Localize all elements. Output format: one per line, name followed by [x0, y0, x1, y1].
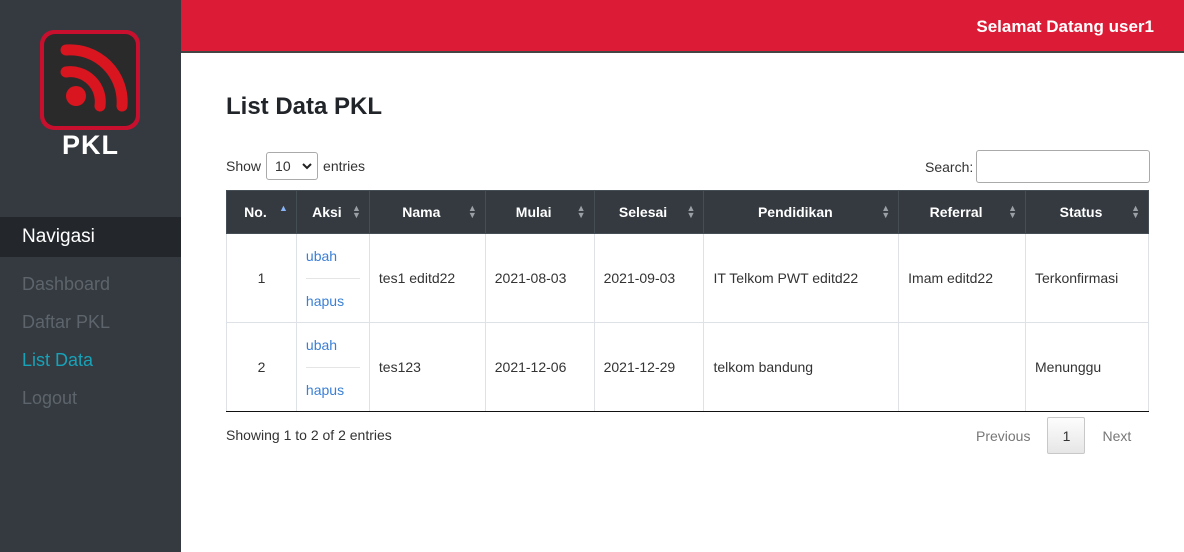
delete-link[interactable]: hapus [306, 382, 360, 398]
edit-link[interactable]: ubah [306, 248, 360, 264]
table-row: 1 ubah hapus tes1 editd22 2021-08-03 202… [226, 233, 1149, 323]
entries-select-value: 10 [275, 158, 291, 174]
entries-label: entries [323, 158, 366, 174]
cell-mulai: 2021-08-03 [484, 233, 595, 323]
divider [305, 277, 360, 279]
sort-asc-icon: ▲ [279, 203, 288, 213]
divider [305, 366, 360, 368]
cell-selesai: 2021-09-03 [593, 233, 705, 323]
search-label: Search: [925, 158, 974, 175]
page-1-button[interactable]: 1 [1047, 417, 1086, 454]
nav-item-daftar-pkl[interactable]: Daftar PKL [22, 308, 110, 346]
column-header-label: Nama [402, 204, 441, 220]
cell-no: 1 [226, 233, 297, 323]
table-info: Showing 1 to 2 of 2 entries [226, 427, 392, 443]
top-bar: Selamat Datang user1 [181, 0, 1184, 53]
cell-status: Terkonfirmasi [1025, 233, 1149, 323]
column-header-label: Aksi [312, 204, 342, 220]
page-title: List Data PKL [226, 93, 383, 120]
column-header-mulai[interactable]: Mulai ▲ ▼ [484, 190, 595, 234]
delete-link[interactable]: hapus [306, 293, 360, 309]
nav-list: Dashboard Daftar PKL List Data Logout [22, 270, 110, 422]
column-header-nama[interactable]: Nama ▲ ▼ [368, 190, 486, 234]
column-header-pendidikan[interactable]: Pendidikan ▲ ▼ [703, 190, 900, 234]
pagination: Previous 1 Next [976, 417, 1131, 454]
column-header-status[interactable]: Status ▲ ▼ [1025, 190, 1149, 234]
sort-icon: ▲ ▼ [881, 203, 891, 220]
cell-nama: tes1 editd22 [368, 233, 486, 323]
nav-header: Navigasi [0, 217, 181, 257]
sidebar: PKL Navigasi Dashboard Daftar PKL List D… [0, 0, 181, 552]
sort-icon: ▲ ▼ [1131, 203, 1140, 220]
next-button[interactable]: Next [1102, 428, 1131, 444]
column-header-label: Pendidikan [757, 204, 833, 220]
table-row: 2 ubah hapus tes123 2021-12-06 2021-12-2… [226, 322, 1149, 412]
cell-no: 2 [226, 322, 297, 412]
previous-button[interactable]: Previous [976, 428, 1030, 444]
logo-text: PKL [62, 130, 119, 160]
show-label: Show [226, 158, 262, 174]
cell-referral [898, 322, 1027, 412]
column-header-label: Referral [929, 204, 983, 220]
nav-item-dashboard[interactable]: Dashboard [22, 270, 110, 308]
cell-selesai: 2021-12-29 [593, 322, 705, 412]
column-header-label: Status [1059, 204, 1103, 220]
sort-icon: ▲ ▼ [352, 203, 361, 220]
nav-item-list-data[interactable]: List Data [22, 346, 110, 384]
cell-aksi: ubah hapus [295, 322, 370, 412]
column-header-label: Mulai [515, 204, 552, 220]
welcome-text: Selamat Datang user1 [976, 17, 1154, 36]
rss-logo-icon [40, 30, 140, 130]
entries-length-control: Show 10 entries [226, 152, 365, 180]
cell-pendidikan: IT Telkom PWT editd22 [703, 233, 900, 323]
sort-icon: ▲ ▼ [686, 203, 696, 220]
cell-mulai: 2021-12-06 [484, 322, 595, 412]
search-input[interactable] [976, 150, 1151, 183]
chevron-down-icon [302, 162, 312, 169]
cell-aksi: ubah hapus [295, 233, 370, 323]
sort-icon: ▲ ▼ [576, 203, 586, 220]
table-header-row: No. ▲ Aksi ▲ ▼ Nama ▲ ▼ Mulai ▲ ▼ Selesai ▲ ▼ Pen… [226, 190, 1149, 234]
column-header-label: No. [244, 204, 267, 220]
column-header-referral[interactable]: Referral ▲ ▼ [898, 190, 1027, 234]
search-control: Search: [925, 150, 1151, 183]
cell-status: Menunggu [1025, 322, 1149, 412]
nav-item-logout[interactable]: Logout [22, 384, 110, 422]
edit-link[interactable]: ubah [306, 337, 360, 353]
entries-select[interactable]: 10 [266, 152, 319, 180]
column-header-selesai[interactable]: Selesai ▲ ▼ [593, 190, 705, 234]
sort-icon: ▲ ▼ [467, 203, 477, 220]
cell-nama: tes123 [368, 322, 486, 412]
data-table: No. ▲ Aksi ▲ ▼ Nama ▲ ▼ Mulai ▲ ▼ Selesai ▲ ▼ Pen… [226, 190, 1149, 412]
cell-pendidikan: telkom bandung [703, 322, 900, 412]
cell-referral: Imam editd22 [898, 233, 1027, 323]
column-header-aksi[interactable]: Aksi ▲ ▼ [295, 190, 370, 234]
column-header-label: Selesai [618, 204, 668, 220]
column-header-no[interactable]: No. ▲ [226, 190, 297, 234]
sort-icon: ▲ ▼ [1008, 203, 1018, 220]
